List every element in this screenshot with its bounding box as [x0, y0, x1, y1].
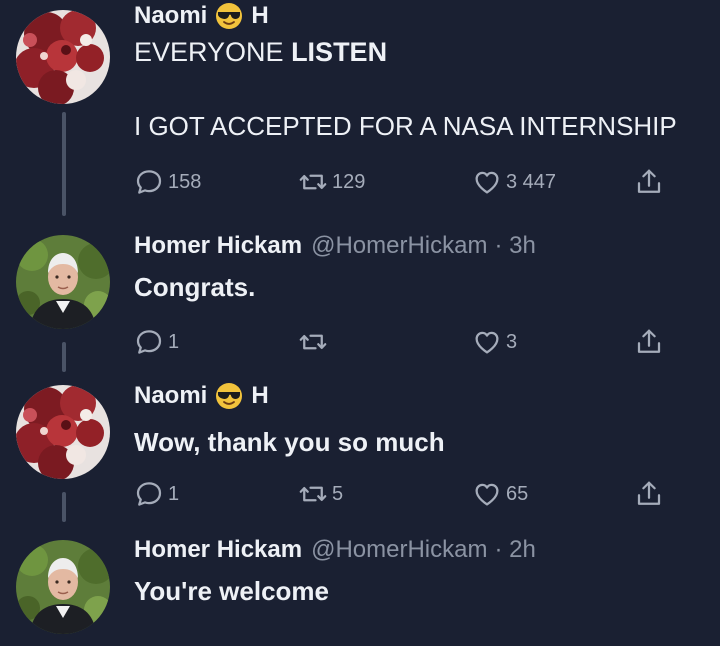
tweet-4[interactable]: Homer Hickam @HomerHickam · 2h You're we… [0, 530, 720, 646]
retweet-count: 5 [332, 482, 344, 505]
author-row: Homer Hickam @HomerHickam · 3h [134, 232, 536, 260]
timestamp[interactable]: · 3h [494, 232, 535, 260]
tweet-text: Congrats. [134, 272, 256, 302]
reply-count: 1 [168, 330, 180, 353]
heart-icon [472, 327, 502, 357]
like-count: 65 [506, 482, 529, 505]
avatar-homer-hickam[interactable] [16, 235, 110, 329]
tweet-text-line-2: I GOT ACCEPTED FOR A NASA INTERNSHIP [134, 111, 677, 141]
share-button[interactable] [634, 477, 668, 511]
like-count: 3 [506, 330, 518, 353]
tweet-text-everyone-listen: EVERYONE LISTEN [134, 37, 387, 67]
retweet-button[interactable]: 129 [298, 165, 365, 199]
reply-count: 158 [168, 170, 202, 193]
display-name[interactable]: Homer Hickam [134, 536, 302, 564]
thread-connector [62, 112, 66, 216]
reply-button[interactable]: 158 [134, 165, 201, 199]
reply-button[interactable]: 1 [134, 477, 179, 511]
tweet-text-part: EVERYONE [134, 37, 292, 67]
author-row: Homer Hickam @HomerHickam · 2h [134, 536, 536, 564]
retweet-button[interactable] [298, 325, 332, 359]
retweet-button[interactable]: 5 [298, 477, 343, 511]
avatar-naomi[interactable] [16, 10, 110, 104]
like-button[interactable]: 3 [472, 325, 517, 359]
handle[interactable]: @HomerHickam [311, 536, 487, 564]
share-button[interactable] [634, 325, 668, 359]
heart-icon [472, 167, 502, 197]
display-name[interactable]: Homer Hickam [134, 232, 302, 260]
like-button[interactable]: 3 447 [472, 165, 556, 199]
sunglasses-emoji-icon [215, 382, 243, 410]
reply-icon [134, 167, 164, 197]
retweet-icon [298, 479, 328, 509]
avatar-naomi[interactable] [16, 385, 110, 479]
tweet-2[interactable]: Homer Hickam @HomerHickam · 3h Congrats.… [0, 230, 720, 380]
tweet-actions: 1 3 [134, 325, 694, 359]
display-name-suffix: H [251, 2, 269, 29]
display-name-suffix: H [251, 382, 269, 409]
display-name[interactable]: Naomi [134, 2, 207, 30]
thread-connector [62, 342, 66, 372]
tweet-text-line-1: EVERYONE LISTEN [134, 37, 387, 68]
like-button[interactable]: 65 [472, 477, 528, 511]
heart-icon [472, 479, 502, 509]
author-row: Naomi H [134, 2, 269, 30]
thread-connector [62, 492, 66, 522]
handle[interactable]: @HomerHickam [311, 232, 487, 260]
retweet-count: 129 [332, 170, 366, 193]
share-button[interactable] [634, 165, 668, 199]
tweet-actions: 1 5 65 [134, 477, 694, 511]
like-count: 3 447 [506, 170, 557, 193]
reply-button[interactable]: 1 [134, 325, 179, 359]
retweet-icon [298, 327, 328, 357]
author-row: Naomi H [134, 382, 269, 410]
sunglasses-emoji-icon [215, 2, 243, 30]
tweet-text: Wow, thank you so much [134, 427, 445, 457]
tweet-text-emphasis: LISTEN [291, 37, 388, 67]
reply-icon [134, 479, 164, 509]
reply-icon [134, 327, 164, 357]
tweet-text: You're welcome [134, 576, 329, 606]
tweet-thread: Naomi H EVERYONE LISTEN I GOT ACCEPTED F… [0, 0, 720, 646]
tweet-1[interactable]: Naomi H EVERYONE LISTEN I GOT ACCEPTED F… [0, 0, 720, 232]
tweet-actions: 158 129 3 447 [134, 165, 694, 199]
tweet-3[interactable]: Naomi H Wow, thank you so much 1 5 65 [0, 380, 720, 530]
share-icon [634, 327, 664, 357]
share-icon [634, 479, 664, 509]
timestamp[interactable]: · 2h [494, 536, 535, 564]
display-name[interactable]: Naomi [134, 382, 207, 410]
avatar-homer-hickam[interactable] [16, 540, 110, 634]
share-icon [634, 167, 664, 197]
retweet-icon [298, 167, 328, 197]
reply-count: 1 [168, 482, 180, 505]
